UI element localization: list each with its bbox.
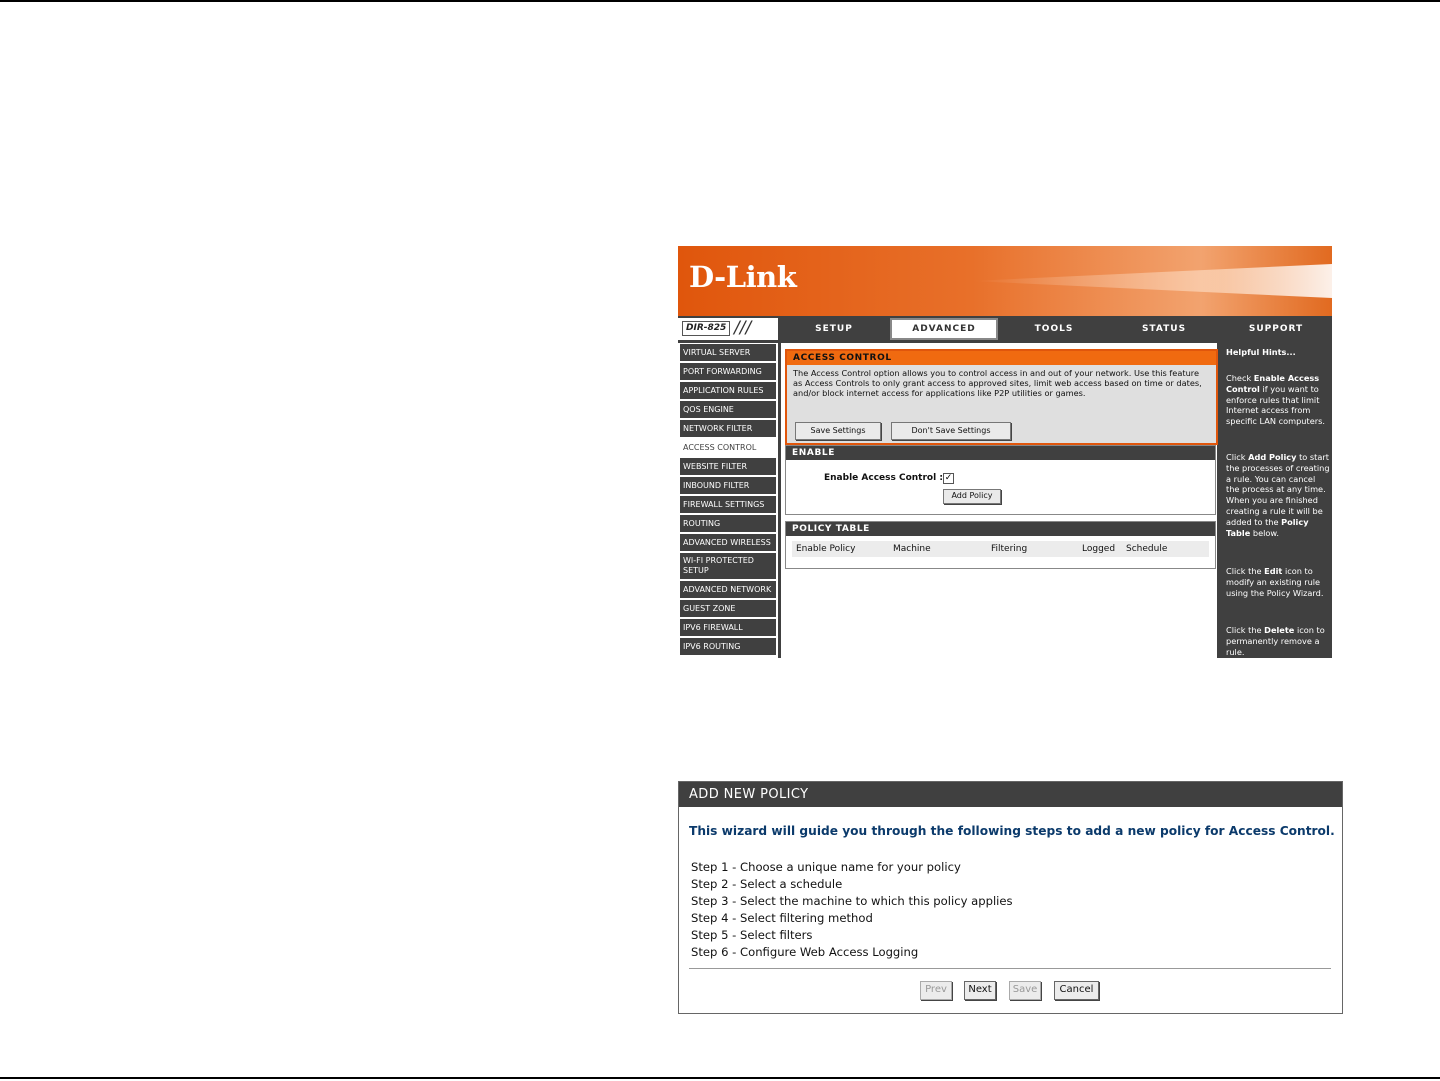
tab-setup[interactable]: SETUP <box>780 318 888 340</box>
cancel-button[interactable]: Cancel <box>1054 981 1099 1000</box>
dont-save-settings-button[interactable]: Don't Save Settings <box>891 422 1011 440</box>
wizard-step-4: Step 4 - Select filtering method <box>691 911 873 925</box>
save-settings-button[interactable]: Save Settings <box>795 422 881 440</box>
sidebar-item-firewall-settings[interactable]: FIREWALL SETTINGS <box>680 496 776 513</box>
save-button[interactable]: Save <box>1009 981 1041 1000</box>
hint-enable: Check Enable Access Control if you want … <box>1226 373 1325 427</box>
enable-title: ENABLE <box>786 446 1215 460</box>
banner-streak <box>972 264 1332 298</box>
hint-add-policy: Click Add Policy to start the processes … <box>1226 452 1330 538</box>
hint-edit: Click the Edit icon to modify an existin… <box>1226 566 1324 598</box>
tab-advanced[interactable]: ADVANCED <box>890 318 998 340</box>
add-new-policy-title: ADD NEW POLICY <box>679 782 1342 807</box>
sidebar-item-network-filter[interactable]: NETWORK FILTER <box>680 420 776 437</box>
top-rule <box>0 0 1440 2</box>
wizard-intro: This wizard will guide you through the f… <box>689 824 1335 838</box>
sidebar-item-virtual-server[interactable]: VIRTUAL SERVER <box>680 344 776 361</box>
router-admin-screenshot: D-Link DIR-825 /// SETUP ADVANCED TOOLS … <box>678 246 1332 658</box>
wizard-divider <box>689 968 1331 969</box>
hint-delete: Click the Delete icon to permanently rem… <box>1226 625 1325 657</box>
bottom-rule <box>0 1077 1440 1079</box>
sidebar-item-qos-engine[interactable]: QOS ENGINE <box>680 401 776 418</box>
enable-section: ENABLE Enable Access Control : ✓ Add Pol… <box>785 445 1216 515</box>
tab-status[interactable]: STATUS <box>1110 318 1218 340</box>
sidebar-item-application-rules[interactable]: APPLICATION RULES <box>680 382 776 399</box>
main-content: ACCESS CONTROL The Access Control option… <box>781 343 1218 658</box>
col-logged: Logged <box>1082 544 1116 554</box>
col-filtering: Filtering <box>991 544 1028 554</box>
dlink-logo: D-Link <box>689 260 797 294</box>
tab-tools[interactable]: TOOLS <box>1000 318 1108 340</box>
model-slashes: /// <box>734 318 752 338</box>
wizard-step-5: Step 5 - Select filters <box>691 928 813 942</box>
sidebar: VIRTUAL SERVER PORT FORWARDING APPLICATI… <box>678 343 778 658</box>
sidebar-item-ipv6-routing[interactable]: IPV6 ROUTING <box>680 638 776 655</box>
next-button[interactable]: Next <box>964 981 996 1000</box>
policy-table-section: POLICY TABLE Enable Policy Machine Filte… <box>785 521 1216 569</box>
sidebar-item-website-filter[interactable]: WEBSITE FILTER <box>680 458 776 475</box>
enable-access-control-label: Enable Access Control : <box>824 473 943 483</box>
col-schedule: Schedule <box>1126 544 1168 554</box>
wizard-step-2: Step 2 - Select a schedule <box>691 877 843 891</box>
add-new-policy-panel: ADD NEW POLICY This wizard will guide yo… <box>678 781 1343 1014</box>
access-control-section: ACCESS CONTROL The Access Control option… <box>785 349 1218 445</box>
model-badge: DIR-825 /// <box>678 318 778 340</box>
model-label: DIR-825 <box>682 321 731 336</box>
sidebar-item-advanced-wireless[interactable]: ADVANCED WIRELESS <box>680 534 776 551</box>
hints-title: Helpful Hints... <box>1226 347 1296 357</box>
wizard-step-6: Step 6 - Configure Web Access Logging <box>691 945 919 959</box>
add-policy-button[interactable]: Add Policy <box>943 489 1001 504</box>
sidebar-item-wifi-protected-setup[interactable]: WI-FI PROTECTED SETUP <box>680 553 776 579</box>
access-control-title: ACCESS CONTROL <box>787 351 1216 365</box>
col-enable-policy: Enable Policy <box>796 544 856 554</box>
tab-support[interactable]: SUPPORT <box>1220 318 1332 340</box>
sidebar-item-port-forwarding[interactable]: PORT FORWARDING <box>680 363 776 380</box>
dlink-banner: D-Link <box>678 246 1332 316</box>
sidebar-item-routing[interactable]: ROUTING <box>680 515 776 532</box>
sidebar-item-ipv6-firewall[interactable]: IPV6 FIREWALL <box>680 619 776 636</box>
sidebar-item-advanced-network[interactable]: ADVANCED NETWORK <box>680 581 776 598</box>
prev-button[interactable]: Prev <box>920 981 952 1000</box>
sidebar-item-inbound-filter[interactable]: INBOUND FILTER <box>680 477 776 494</box>
access-control-description: The Access Control option allows you to … <box>793 368 1202 398</box>
helpful-hints-panel: Helpful Hints... Check Enable Access Con… <box>1220 343 1332 658</box>
sidebar-item-guest-zone[interactable]: GUEST ZONE <box>680 600 776 617</box>
sidebar-item-access-control[interactable]: ACCESS CONTROL <box>680 439 776 456</box>
col-machine: Machine <box>893 544 931 554</box>
wizard-step-3: Step 3 - Select the machine to which thi… <box>691 894 1013 908</box>
policy-table-title: POLICY TABLE <box>786 522 1215 536</box>
wizard-step-1: Step 1 - Choose a unique name for your p… <box>691 860 961 874</box>
enable-access-control-checkbox[interactable]: ✓ <box>943 473 954 484</box>
